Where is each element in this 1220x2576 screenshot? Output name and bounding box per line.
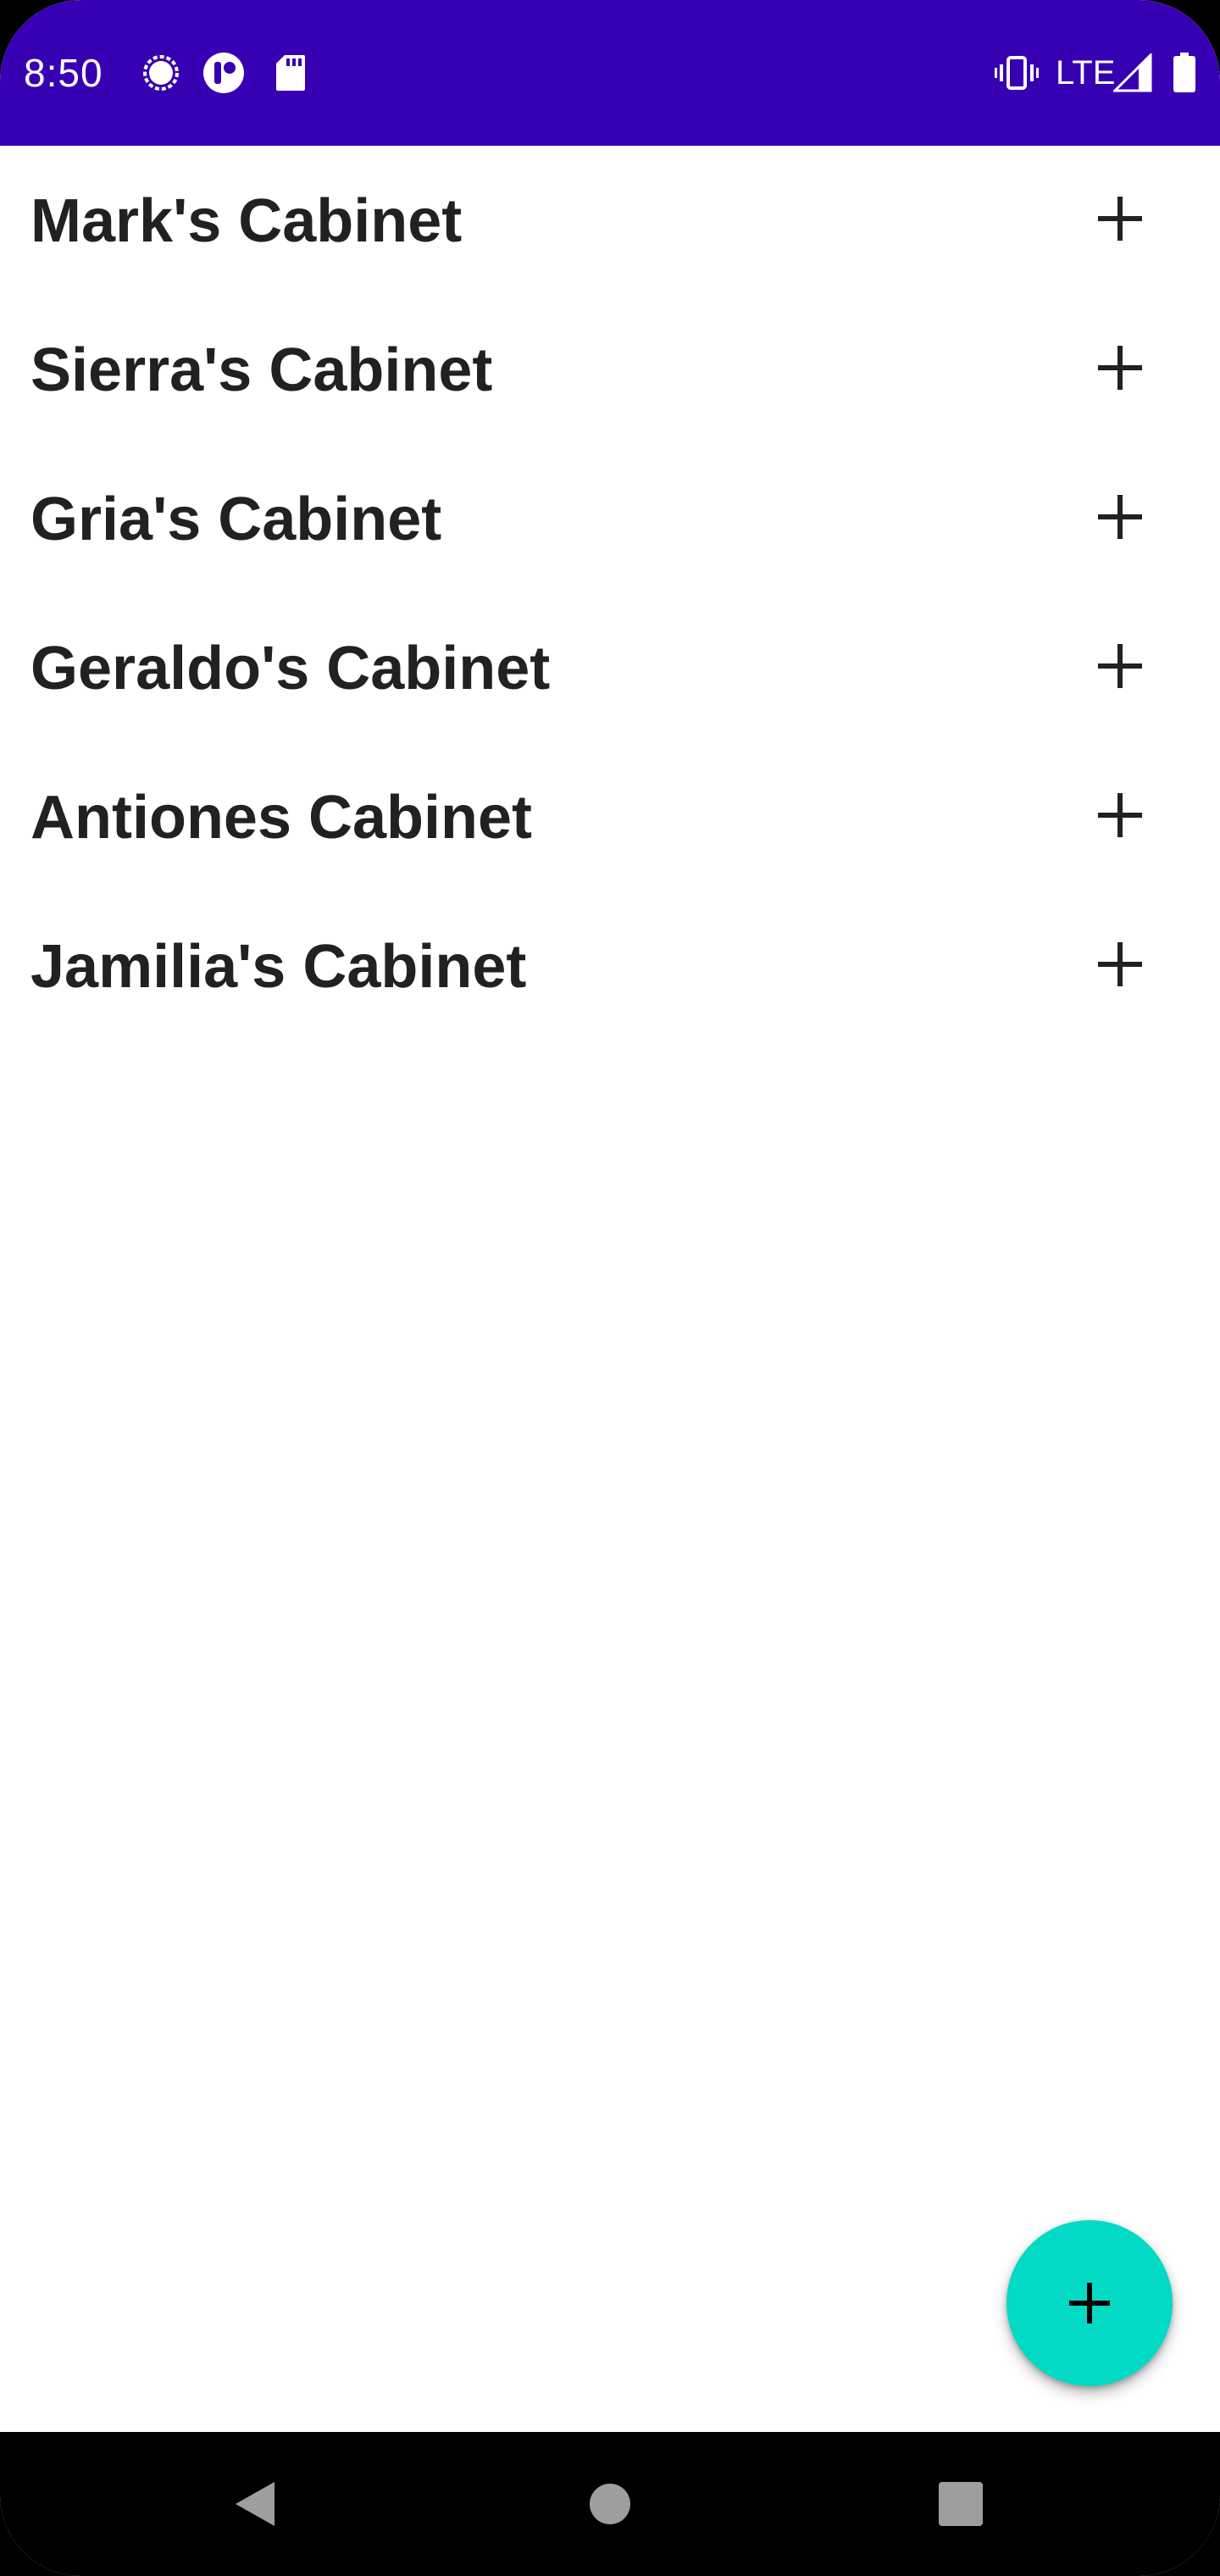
cabinet-row[interactable]: Sierra's Cabinet	[0, 295, 1220, 444]
plus-icon[interactable]	[1078, 176, 1162, 261]
cell-signal-icon	[1112, 49, 1154, 97]
app-screen: 8:50 LTE Mark's Cabinet Sierra's Cabinet…	[0, 0, 1220, 2576]
cabinet-name: Gria's Cabinet	[30, 486, 442, 553]
cabinet-row[interactable]: Jamilia's Cabinet	[0, 891, 1220, 1041]
cabinet-name: Antiones Cabinet	[30, 784, 533, 852]
network-type-label: LTE	[1056, 54, 1116, 92]
signal-messenger-icon	[137, 49, 185, 97]
cabinet-name: Mark's Cabinet	[30, 187, 463, 255]
cabinet-name: Jamilia's Cabinet	[30, 933, 527, 1001]
plus-icon[interactable]	[1078, 624, 1162, 708]
sd-card-icon	[269, 49, 312, 97]
status-bar: 8:50 LTE	[0, 0, 1220, 146]
cabinet-row[interactable]: Mark's Cabinet	[0, 146, 1220, 295]
plus-icon[interactable]	[1078, 325, 1162, 410]
cabinet-name: Geraldo's Cabinet	[30, 635, 551, 702]
cabinet-row[interactable]: Gria's Cabinet	[0, 444, 1220, 593]
cabinet-row[interactable]: Geraldo's Cabinet	[0, 593, 1220, 742]
cabinet-name: Sierra's Cabinet	[30, 336, 493, 404]
plus-icon[interactable]	[1078, 475, 1162, 559]
navigation-bar	[0, 2432, 1220, 2576]
battery-icon	[1169, 49, 1200, 97]
app-notification-icon	[200, 49, 247, 97]
cabinet-row[interactable]: Antiones Cabinet	[0, 742, 1220, 891]
plus-icon	[1068, 2281, 1112, 2325]
plus-icon[interactable]	[1078, 773, 1162, 858]
home-icon[interactable]	[568, 2462, 652, 2546]
status-time: 8:50	[24, 51, 103, 95]
vibrate-icon	[993, 49, 1040, 97]
add-cabinet-fab[interactable]	[1006, 2220, 1173, 2386]
back-icon[interactable]	[212, 2462, 297, 2546]
cabinet-list: Mark's Cabinet Sierra's Cabinet Gria's C…	[0, 146, 1220, 1041]
recents-icon[interactable]	[918, 2462, 1003, 2546]
plus-icon[interactable]	[1078, 922, 1162, 1007]
